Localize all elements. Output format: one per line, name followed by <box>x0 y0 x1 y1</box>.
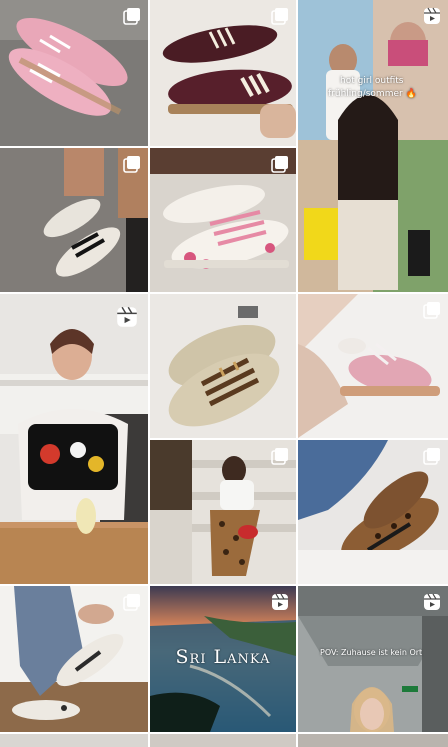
post-tile-partial-3[interactable] <box>298 734 448 747</box>
reel-caption-title: Sri Lanka <box>175 646 271 668</box>
post-tile-partial-1[interactable] <box>0 734 148 747</box>
post-tile-floral-sneakers[interactable] <box>150 148 296 292</box>
post-tile-pov-reel[interactable]: POV: Zuhause ist kein Ort <box>298 586 448 732</box>
post-tile-burgundy-sneakers[interactable] <box>150 0 296 146</box>
reel-caption-line-1: hot girl outfits <box>340 76 404 86</box>
reel-icon <box>116 306 138 328</box>
post-tile-leopard-outfit[interactable] <box>150 440 296 584</box>
post-image <box>0 294 148 584</box>
carousel-icon <box>271 447 289 465</box>
post-tile-partial-2[interactable] <box>150 734 296 747</box>
post-tile-outfits-reel[interactable]: hot girl outfits frühling/sommer 🔥 <box>298 0 448 292</box>
carousel-icon <box>271 155 289 173</box>
post-tile-leopard-sneakers[interactable] <box>298 440 448 584</box>
carousel-icon <box>123 593 141 611</box>
carousel-icon <box>423 447 441 465</box>
post-image <box>298 0 448 292</box>
carousel-icon <box>123 155 141 173</box>
post-tile-cooking-reel[interactable] <box>0 294 148 584</box>
carousel-icon <box>123 7 141 25</box>
reel-icon <box>423 593 441 611</box>
post-tile-glitter-sneakers[interactable] <box>150 294 296 438</box>
post-tile-pink-sneakers[interactable] <box>0 0 148 146</box>
post-image <box>150 294 296 438</box>
reel-caption-line-2: frühling/sommer 🔥 <box>328 89 417 99</box>
reel-icon <box>271 593 289 611</box>
reel-icon <box>423 7 441 25</box>
carousel-icon <box>423 301 441 319</box>
reel-caption-line: POV: Zuhause ist kein Ort <box>320 648 423 657</box>
post-tile-jeans-sneakers[interactable] <box>0 586 148 732</box>
carousel-icon <box>271 7 289 25</box>
post-tile-white-sneakers[interactable] <box>0 148 148 292</box>
post-tile-pink-sneaker-foot[interactable] <box>298 294 448 438</box>
explore-grid: hot girl outfits frühling/sommer 🔥 Sri L… <box>0 0 448 747</box>
post-tile-sri-lanka-reel[interactable]: Sri Lanka <box>150 586 296 732</box>
